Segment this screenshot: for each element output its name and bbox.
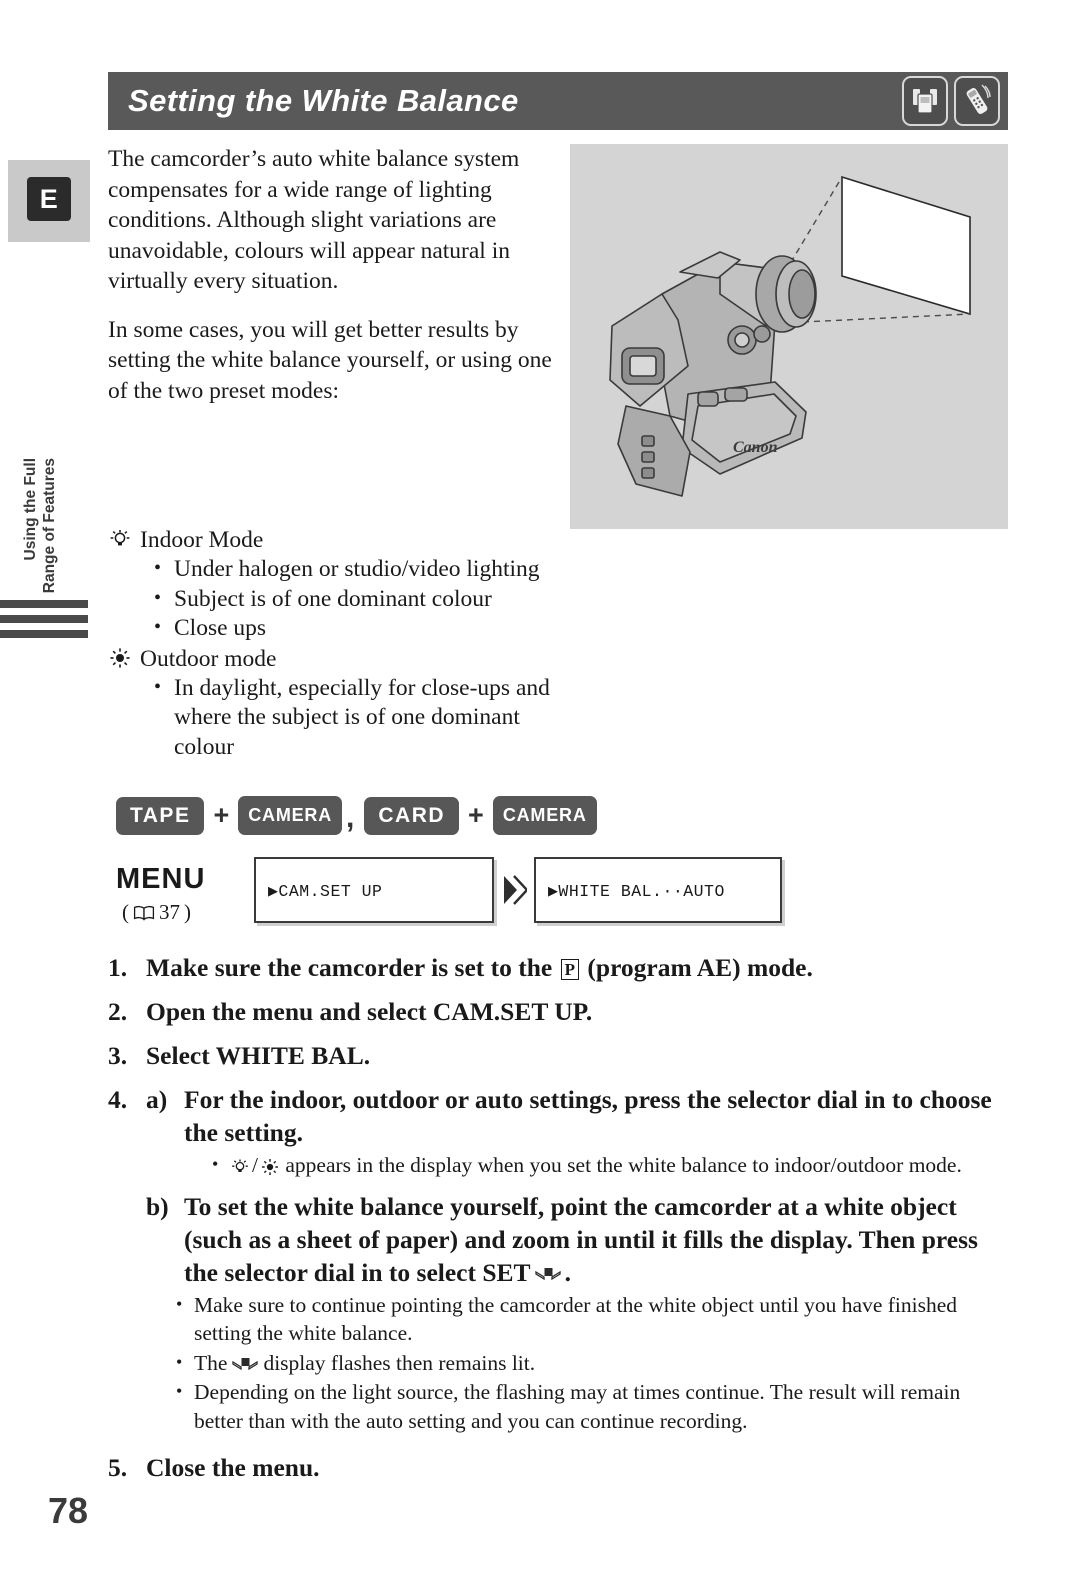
indoor-bulb-icon: [108, 525, 140, 551]
intro-paragraph-1: The camcorder’s auto white balance syste…: [108, 146, 520, 294]
step-4b-text-before: To set the white balance yourself, point…: [184, 1191, 978, 1287]
page-number: 78: [48, 1490, 89, 1531]
list-item: In daylight, especially for close-ups an…: [152, 673, 578, 763]
step-3-text: Select WHITE BAL.: [146, 1041, 371, 1070]
operating-mode-badges: TAPE + CAMERA , CARD + CAMERA: [116, 796, 1008, 835]
page-content: Setting the White Balance The camcorder’…: [108, 0, 1008, 1495]
step-2-number: 2.: [108, 997, 128, 1026]
badge-card: CARD: [364, 796, 460, 835]
program-ae-symbol: P: [560, 959, 580, 980]
tape-cassette-icon: [902, 76, 948, 126]
plus-sign: +: [213, 800, 230, 830]
title-mode-icons: [902, 76, 1000, 126]
badge-tape: TAPE: [116, 796, 205, 835]
step-1-text: Make sure the camcorder is set to the P …: [146, 951, 1008, 984]
menu-navigation-row: MENU ( 37) ▶CAM.SET UP ▶WHITE BAL.··AUTO: [116, 857, 1008, 925]
side-section-caption: Using the Full Range of Features: [22, 458, 59, 638]
mode-indoor: Indoor Mode: [108, 525, 578, 555]
mode-outdoor: Outdoor mode: [108, 644, 578, 674]
step-4: 4. a) For the indoor, outdoor or auto se…: [108, 1083, 1008, 1445]
list-item: Subject is of one dominant colour: [152, 584, 578, 615]
transition-arrow-icon: [494, 857, 534, 923]
brand-mark: Canon: [733, 439, 778, 456]
step-1-number: 1.: [108, 953, 128, 982]
side-caption-line-2: Range of Features: [41, 458, 58, 594]
set-white-balance-icon: [232, 1356, 259, 1374]
step-1-text-after: (program AE) mode.: [587, 953, 813, 982]
step-5: 5. Close the menu.: [108, 1451, 1008, 1484]
mode-outdoor-label: Outdoor mode: [140, 645, 277, 672]
step-4b-text-after: .: [564, 1257, 571, 1287]
step-2: 2. Open the menu and select CAM.SET UP.: [108, 995, 1008, 1028]
menu-label-group: MENU ( 37): [116, 857, 254, 925]
step-4b-label: b): [146, 1191, 169, 1221]
step-3: 3. Select WHITE BAL.: [108, 1039, 1008, 1072]
step-4a-text: For the indoor, outdoor or auto settings…: [184, 1085, 992, 1147]
menu-page-number: 37: [159, 900, 180, 924]
badge-separator: ,: [346, 801, 355, 834]
list-item: /: [210, 1150, 1008, 1180]
step-4b-note-flash-before: The: [194, 1350, 228, 1375]
menu-screen-2-text: ▶WHITE BAL.··AUTO: [548, 882, 725, 901]
mode-indoor-bullets: Under halogen or studio/video lighting S…: [152, 554, 578, 644]
step-4a-note-text: appears in the display when you set the …: [285, 1153, 962, 1177]
list-item: Depending on the light source, the flash…: [174, 1377, 1008, 1435]
menu-page-reference: ( 37): [116, 900, 254, 925]
left-margin-column: E Using the Full Range of Features 78: [0, 0, 100, 1569]
step-1-text-before: Make sure the camcorder is set to the: [146, 953, 553, 982]
camcorder-illustration: Canon: [570, 144, 1008, 529]
step-5-number: 5.: [108, 1453, 128, 1482]
indoor-bulb-icon: [230, 1157, 250, 1177]
paren-close: ): [184, 900, 191, 924]
list-item: Close ups: [152, 613, 578, 644]
step-5-text: Close the menu.: [146, 1453, 320, 1482]
step-4b-note-flash-after: display flashes then remains lit.: [263, 1350, 536, 1375]
outdoor-sun-icon: [260, 1157, 280, 1177]
section-title-bar: Setting the White Balance: [108, 72, 1008, 130]
page-title: Setting the White Balance: [128, 83, 519, 118]
list-item: The display flashes then remains lit.: [174, 1348, 1008, 1378]
menu-screen-1-text: ▶CAM.SET UP: [268, 882, 383, 901]
language-tab: E: [8, 160, 90, 242]
outdoor-sun-icon: [108, 644, 140, 670]
step-1: 1. Make sure the camcorder is set to the…: [108, 951, 1008, 984]
step-4b-text: To set the white balance yourself, point…: [184, 1190, 1008, 1289]
language-tab-label: E: [27, 177, 71, 221]
procedure-steps: 1. Make sure the camcorder is set to the…: [108, 951, 1008, 1484]
mode-outdoor-bullets: In daylight, especially for close-ups an…: [152, 673, 578, 763]
badge-camera-2: CAMERA: [492, 796, 597, 835]
mode-indoor-label: Indoor Mode: [140, 527, 264, 553]
step-4a-label: a): [146, 1085, 168, 1114]
step-4-number: 4.: [108, 1085, 128, 1114]
badge-camera-1: CAMERA: [238, 796, 343, 835]
step-3-number: 3.: [108, 1041, 128, 1070]
side-caption-line-1: Using the Full: [22, 458, 39, 561]
intro-paragraph-2: In some cases, you will get better resul…: [108, 316, 552, 404]
list-item: Make sure to continue pointing the camco…: [174, 1290, 1008, 1348]
step-4b: b) To set the white balance yourself, po…: [146, 1190, 1008, 1289]
preset-mode-list: Indoor Mode Under halogen or studio/vide…: [108, 525, 578, 762]
card-remote-icon: [954, 76, 1000, 126]
menu-screen-cam-setup: ▶CAM.SET UP: [254, 857, 494, 923]
step-4a: a) For the indoor, outdoor or auto setti…: [146, 1083, 1008, 1149]
menu-label: MENU: [116, 863, 206, 895]
intro-text-column: The camcorder’s auto white balance syste…: [108, 144, 560, 529]
step-4a-notes: /: [210, 1150, 1008, 1180]
book-icon: [133, 905, 155, 921]
plus-sign: +: [468, 800, 484, 830]
menu-screen-white-bal: ▶WHITE BAL.··AUTO: [534, 857, 782, 923]
step-2-text: Open the menu and select CAM.SET UP.: [146, 997, 593, 1026]
paren-open: (: [122, 900, 129, 924]
list-item: Under halogen or studio/video lighting: [152, 554, 578, 585]
step-4b-notes: Make sure to continue pointing the camco…: [174, 1290, 1008, 1436]
intro-section: The camcorder’s auto white balance syste…: [108, 144, 1008, 529]
set-white-balance-icon: [534, 1266, 561, 1284]
